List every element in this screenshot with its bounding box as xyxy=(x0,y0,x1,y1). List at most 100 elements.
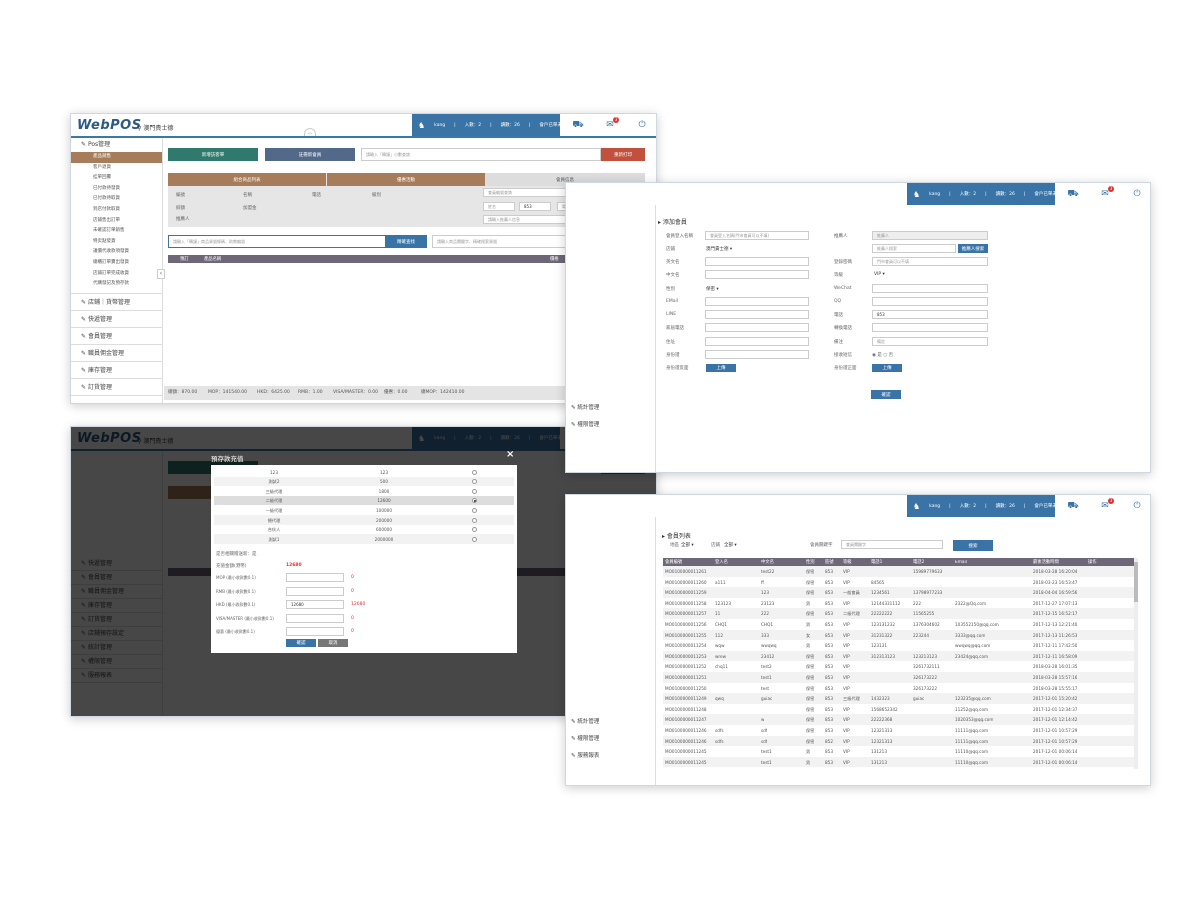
exact-search-button[interactable]: 精確查找 xyxy=(385,235,427,248)
column-header[interactable]: 最後活動時間 xyxy=(1033,559,1059,565)
sidebar-group-pos[interactable]: ✎ Pos管理 xyxy=(71,138,162,152)
gender-select[interactable]: 保密 ▾ xyxy=(706,286,719,292)
sidebar-subitem[interactable]: 特卖點發貨 xyxy=(71,237,162,248)
sidebar-group[interactable]: ✎ 訂貨管理 xyxy=(71,379,162,396)
form-input[interactable] xyxy=(705,257,809,266)
user-name[interactable]: kang xyxy=(929,192,940,197)
table-row[interactable]: MO0100000011259 123 保密 853 一般會員 1234561 137989… xyxy=(663,587,1134,598)
table-row[interactable]: MO0100000011256 CHQ1 CHQ1 男 853 VIP 123131232 1… xyxy=(663,619,1134,630)
mail-icon[interactable]: ✉3 xyxy=(1098,186,1114,199)
form-input[interactable]: 853 xyxy=(872,310,988,319)
modal-cancel-button[interactable]: 取消 xyxy=(318,639,348,647)
collapse-toggle-icon[interactable]: ︿ xyxy=(304,128,316,136)
table-row[interactable]: MO0100000011248 保密 853 VIP 1568652342 11252@q… xyxy=(663,704,1134,715)
upload-button[interactable]: 上傳 xyxy=(706,364,736,372)
power-icon[interactable]: ⏻ xyxy=(635,120,649,130)
form-input[interactable] xyxy=(705,297,809,306)
tab-promotions[interactable]: 優惠活動 xyxy=(327,173,485,186)
radio-empty-icon[interactable] xyxy=(472,517,477,523)
sidebar-subitem[interactable]: 已付款待取貨 xyxy=(71,194,162,205)
sidebar-group[interactable]: ✎ 職員佣金管理 xyxy=(71,345,162,362)
form-input[interactable]: 備註 xyxy=(872,337,988,346)
radio-empty-icon[interactable] xyxy=(472,488,477,494)
sidebar-subitem[interactable]: 挂單回覆 xyxy=(71,173,162,184)
table-row[interactable]: MO0100000011252 chq11 test2 保密 853 VIP 3261732… xyxy=(663,661,1134,672)
keyword-input[interactable]: 會員關鍵字 xyxy=(841,540,943,549)
table-row[interactable]: MO0100000011250 test 保密 853 VIP 326173222 2018… xyxy=(663,683,1134,694)
sidebar-group[interactable]: ✎ 快遞管理 xyxy=(71,311,162,328)
package-row[interactable]: 一級代理 100000 xyxy=(214,505,514,515)
tab-combo-products[interactable]: 組合商品列表 xyxy=(168,173,326,186)
form-input[interactable]: 推薦人搜索 xyxy=(872,244,956,253)
sidebar-group[interactable]: ✎ 庫存管理 xyxy=(71,362,162,379)
table-row[interactable]: MO0100000011261 test22 保密 853 VIP 15989779633… xyxy=(663,566,1134,577)
radio-empty-icon[interactable] xyxy=(472,469,477,475)
table-row[interactable]: MO0100000011246 sdfs sdf 保密 852 VIP 12321313 11… xyxy=(663,735,1134,747)
table-row[interactable]: MO0100000011245 test1 男 853 VIP 131213 11110@q… xyxy=(663,756,1134,768)
store-location[interactable]: ⚲ 澳門貴士德 xyxy=(137,123,173,132)
table-row[interactable]: MO0100000011249 qwq guiac 保密 853 三級代理 1432323 g… xyxy=(663,693,1134,704)
form-input[interactable] xyxy=(705,337,809,346)
package-row[interactable]: 三級代理 1800 xyxy=(214,486,514,496)
radio-checked-icon[interactable] xyxy=(472,498,477,504)
sms-radio-group[interactable]: ◉ 是 ○ 否 xyxy=(872,352,893,358)
column-header[interactable]: 電話1 xyxy=(871,559,882,565)
scrollbar-thumb[interactable] xyxy=(1134,562,1138,602)
area-filter-select[interactable]: 全部 ▾ xyxy=(681,542,694,548)
payment-input[interactable] xyxy=(286,613,344,623)
form-input[interactable]: 會員登入名稱(門市會員可以不填) xyxy=(705,231,809,240)
form-input[interactable] xyxy=(705,270,809,279)
radio-empty-icon[interactable] xyxy=(472,507,477,513)
table-row[interactable]: MO0100000011245 test1 男 853 VIP 131213 11110@q… xyxy=(663,746,1134,757)
column-header[interactable]: 區號 xyxy=(825,559,834,565)
reprint-button[interactable]: 重新打印 xyxy=(601,148,645,161)
table-row[interactable]: MO0100000011254 wqw wwqwq 男 853 VIP 123131 wwqw… xyxy=(663,640,1134,651)
level-select[interactable]: VIP ▾ xyxy=(874,272,885,277)
store-select[interactable]: 澳門貴士德 ▾ xyxy=(706,246,732,252)
column-header[interactable]: 等級 xyxy=(843,559,852,565)
barcode-search-input[interactable]: 請輸入「轉讓」商品貨號條碼、助教編號 xyxy=(168,235,386,248)
sidebar-subitem[interactable]: 到店付款取貨 xyxy=(71,205,162,216)
column-header[interactable]: Email xyxy=(955,560,967,565)
name-input[interactable]: 姓名 xyxy=(483,202,515,211)
form-input[interactable] xyxy=(872,284,988,293)
column-header[interactable]: 會員編號 xyxy=(665,559,682,565)
form-input[interactable] xyxy=(705,323,809,332)
sidebar-group-permissions[interactable]: ✎ 權限管理 xyxy=(571,420,599,428)
power-icon[interactable]: ⏻ xyxy=(1130,189,1144,199)
package-row[interactable]: 二級代理 12600 xyxy=(214,495,514,506)
form-input[interactable] xyxy=(872,323,988,332)
sidebar-subitem[interactable]: 代購發記及預存款 xyxy=(71,279,162,290)
store-filter-select[interactable]: 全部 ▾ xyxy=(724,542,737,548)
user-name[interactable]: kang xyxy=(929,504,940,509)
sidebar-subitem[interactable]: 產品銷售 xyxy=(71,152,162,163)
table-row[interactable]: MO0100000011253 wrew 23412 保密 853 VIP 31231312… xyxy=(663,650,1134,662)
sidebar-subitem[interactable]: 總櫃訂單賣出發貨 xyxy=(71,258,162,269)
sidebar-subitem[interactable]: 客戶退貨 xyxy=(71,163,162,174)
table-row[interactable]: MO0100000011246 sdfs sdf 保密 853 VIP 12321313 11… xyxy=(663,725,1134,736)
form-input[interactable]: 推薦人 xyxy=(872,231,988,240)
column-header[interactable]: 操作 xyxy=(1088,559,1097,565)
sidebar-group-stats[interactable]: ✎ 統計管理 xyxy=(571,717,599,725)
sidebar-group[interactable]: ✎ 會員管理 xyxy=(71,328,162,345)
delivery-icon[interactable]: ⛟ xyxy=(1066,501,1080,511)
member-search-input[interactable]: 請輸入「轉讓」小數查詢 xyxy=(361,148,601,161)
sidebar-subitem[interactable]: 未確認訂單銷售 xyxy=(71,226,162,237)
mail-icon[interactable]: ✉3 xyxy=(1098,498,1114,511)
sidebar-group[interactable]: ✎ 店鋪｜貨幣管理 xyxy=(71,294,162,311)
sidebar-subitem[interactable]: 店鋪訂單完成收貨 xyxy=(71,269,162,280)
radio-empty-icon[interactable]: ○ xyxy=(882,353,889,358)
submit-button[interactable]: 確認 xyxy=(871,390,901,399)
delivery-icon[interactable]: ⛟ xyxy=(571,120,585,130)
column-header[interactable]: 中文名 xyxy=(761,559,774,565)
payment-input[interactable]: 12680 xyxy=(286,600,344,609)
table-row[interactable]: MO0100000011255 112 333 女 853 VIP 31231322 2232… xyxy=(663,629,1134,641)
column-header[interactable]: 性別 xyxy=(806,559,815,565)
sidebar-group-stats[interactable]: ✎ 統計管理 xyxy=(571,403,599,411)
referrer-search-button[interactable]: 推薦人搜索 xyxy=(958,244,988,253)
mail-icon[interactable]: ✉3 xyxy=(603,117,619,130)
register-member-button[interactable]: 註冊新會員 xyxy=(265,148,355,161)
form-input[interactable] xyxy=(705,350,809,359)
radio-empty-icon[interactable] xyxy=(472,536,477,542)
close-icon[interactable]: × xyxy=(506,449,514,460)
